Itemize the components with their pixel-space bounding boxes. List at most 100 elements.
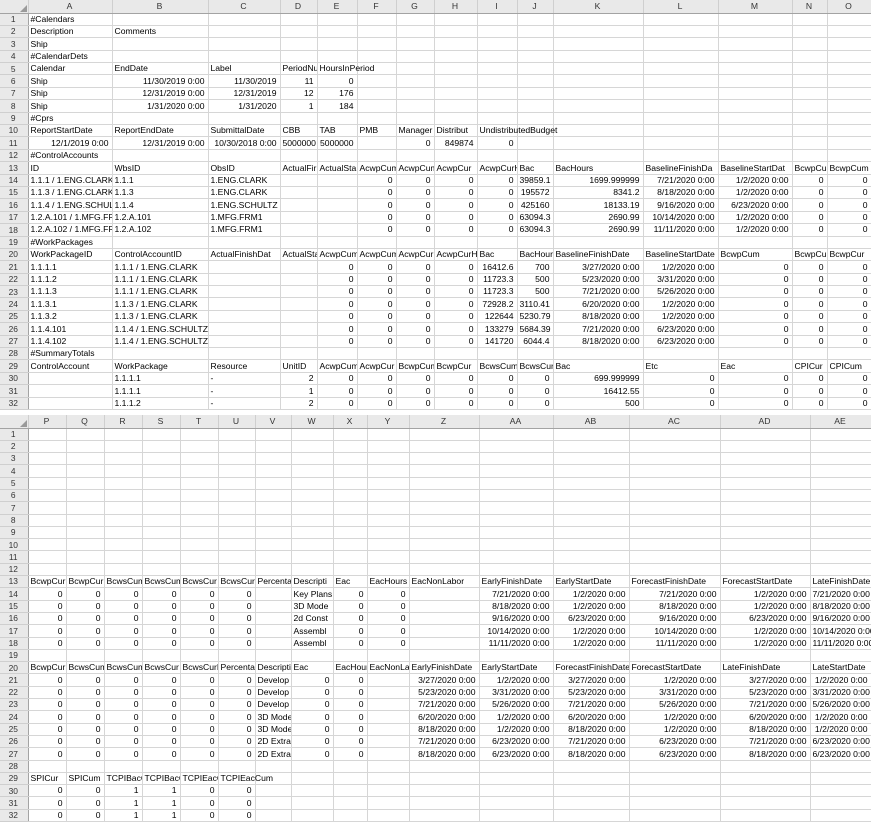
cell[interactable] xyxy=(792,75,827,87)
cell[interactable]: LateStartDate xyxy=(810,662,871,674)
cell[interactable] xyxy=(827,25,871,37)
cell[interactable]: 0 xyxy=(434,397,477,409)
cell[interactable] xyxy=(255,809,291,821)
cell[interactable]: 0 xyxy=(827,397,871,409)
cell[interactable]: 7/21/2020 0:00 xyxy=(720,699,810,711)
cell[interactable]: 0 xyxy=(643,385,718,397)
cell[interactable]: 0 xyxy=(218,723,255,735)
cell[interactable] xyxy=(291,797,333,809)
cell[interactable] xyxy=(112,13,208,25)
cell[interactable] xyxy=(333,428,367,440)
row-header-29[interactable]: 29 xyxy=(0,772,28,784)
cell[interactable]: 500 xyxy=(553,397,643,409)
cell[interactable]: 12 xyxy=(280,87,317,99)
cell[interactable]: 0 xyxy=(66,686,104,698)
cell[interactable] xyxy=(477,100,517,112)
cell[interactable] xyxy=(827,87,871,99)
cell[interactable] xyxy=(629,772,720,784)
cell[interactable]: 1/2/2020 0:00 xyxy=(718,186,792,198)
cell[interactable] xyxy=(409,465,479,477)
cell[interactable] xyxy=(255,539,291,551)
cell[interactable] xyxy=(553,125,643,137)
cell[interactable]: 0 xyxy=(718,310,792,322)
row-header-32[interactable]: 32 xyxy=(0,397,28,409)
row-header-13[interactable]: 13 xyxy=(0,576,28,588)
column-header-Q[interactable]: Q xyxy=(66,415,104,428)
cell[interactable] xyxy=(396,63,434,75)
cell[interactable]: BcwpCum xyxy=(792,162,827,174)
cell[interactable]: BcwpCum xyxy=(396,360,434,372)
cell[interactable] xyxy=(104,453,142,465)
cell[interactable]: 0 xyxy=(28,797,66,809)
cell[interactable] xyxy=(255,612,291,624)
cell[interactable] xyxy=(317,236,357,248)
cell[interactable] xyxy=(479,453,553,465)
cell[interactable] xyxy=(218,526,255,538)
cell[interactable]: 6/23/2020 0:00 xyxy=(718,199,792,211)
cell[interactable]: 0 xyxy=(180,785,218,797)
cell[interactable]: 11/30/2019 0:00 xyxy=(112,75,208,87)
cell[interactable]: BcwsCumH xyxy=(104,662,142,674)
row-header-21[interactable]: 21 xyxy=(0,261,28,273)
cell[interactable]: BcwsCum xyxy=(66,662,104,674)
cell[interactable] xyxy=(333,477,367,489)
cell[interactable]: 0 xyxy=(477,372,517,384)
cell[interactable]: 0 xyxy=(396,174,434,186)
cell[interactable]: Label xyxy=(208,63,280,75)
cell[interactable] xyxy=(810,809,871,821)
row-header-12[interactable]: 12 xyxy=(0,149,28,161)
row-header-28[interactable]: 28 xyxy=(0,348,28,360)
cell[interactable]: 1/2/2020 0:00 xyxy=(479,674,553,686)
cell[interactable] xyxy=(104,477,142,489)
cell[interactable]: 0 xyxy=(827,323,871,335)
cell[interactable] xyxy=(517,75,553,87)
cell[interactable] xyxy=(280,211,317,223)
row-header-4[interactable]: 4 xyxy=(0,50,28,62)
cell[interactable]: BaselineStartDate xyxy=(643,248,718,260)
cell[interactable]: 1.1.4 xyxy=(112,199,208,211)
cell[interactable]: 0 xyxy=(333,600,367,612)
cell[interactable] xyxy=(66,551,104,563)
cell[interactable] xyxy=(317,224,357,236)
cell[interactable] xyxy=(517,50,553,62)
cell[interactable]: Eac xyxy=(718,360,792,372)
cell[interactable]: BcwpCur xyxy=(827,248,871,260)
column-header-E[interactable]: E xyxy=(317,0,357,13)
cell[interactable]: 0 xyxy=(792,211,827,223)
cell[interactable]: 7/21/2020 0:00 xyxy=(629,588,720,600)
cell[interactable] xyxy=(643,50,718,62)
cell[interactable] xyxy=(827,63,871,75)
cell[interactable] xyxy=(142,502,180,514)
cell[interactable] xyxy=(517,63,553,75)
cell[interactable]: 0 xyxy=(333,588,367,600)
column-header-X[interactable]: X xyxy=(333,415,367,428)
cell[interactable] xyxy=(409,637,479,649)
cell[interactable] xyxy=(208,25,280,37)
cell[interactable] xyxy=(28,489,66,501)
cell[interactable]: 0 xyxy=(142,600,180,612)
cell[interactable]: 0 xyxy=(104,723,142,735)
column-header-P[interactable]: P xyxy=(28,415,66,428)
cell[interactable]: 6044.4 xyxy=(517,335,553,347)
cell[interactable]: 0 xyxy=(718,261,792,273)
cell[interactable] xyxy=(396,149,434,161)
cell[interactable]: 5000000 xyxy=(317,137,357,149)
cell[interactable] xyxy=(827,236,871,248)
cell[interactable] xyxy=(792,348,827,360)
cell[interactable]: 0 xyxy=(792,310,827,322)
cell[interactable] xyxy=(28,453,66,465)
cell[interactable] xyxy=(792,100,827,112)
cell[interactable]: 9/16/2020 0:00 xyxy=(810,612,871,624)
cell[interactable] xyxy=(317,112,357,124)
cell[interactable] xyxy=(477,38,517,50)
column-header-AC[interactable]: AC xyxy=(629,415,720,428)
cell[interactable]: 0 xyxy=(317,298,357,310)
cell[interactable]: 5000000 xyxy=(280,137,317,149)
cell[interactable]: PMB xyxy=(357,125,396,137)
cell[interactable]: EarlyStartDate xyxy=(479,662,553,674)
cell[interactable] xyxy=(720,785,810,797)
cell[interactable]: 0 xyxy=(333,748,367,760)
cell[interactable]: 2 xyxy=(280,397,317,409)
row-header-20[interactable]: 20 xyxy=(0,248,28,260)
row-header-25[interactable]: 25 xyxy=(0,310,28,322)
